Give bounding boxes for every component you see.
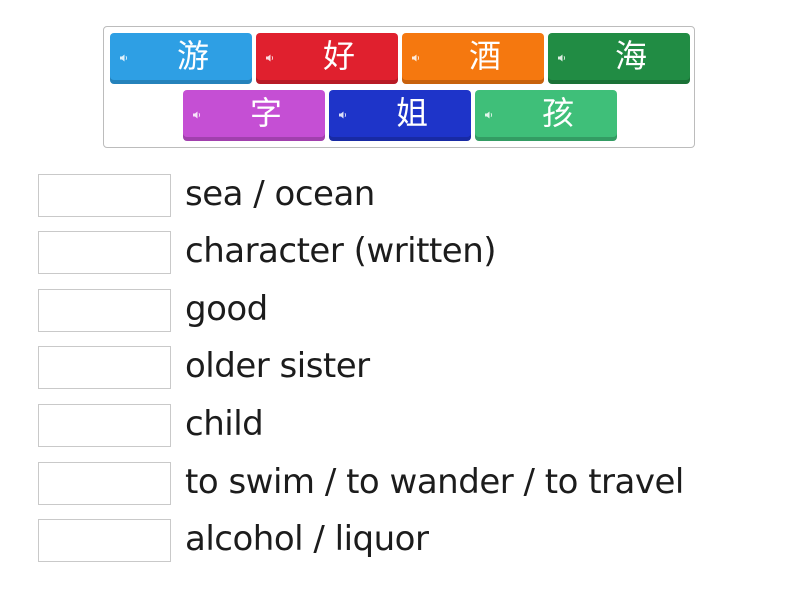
tile-character: 酒 [468, 37, 501, 75]
speaker-icon[interactable] [557, 53, 567, 63]
definition-label: sea / ocean [185, 174, 375, 214]
word-tile[interactable]: 字 [183, 90, 325, 141]
word-tile[interactable]: 姐 [329, 90, 471, 141]
answer-drop-zone[interactable] [38, 174, 171, 217]
tile-character: 孩 [541, 94, 574, 132]
match-row: sea / ocean [38, 174, 758, 218]
tile-character: 游 [176, 37, 209, 75]
speaker-icon[interactable] [119, 53, 129, 63]
word-tile[interactable]: 海 [548, 33, 690, 84]
tile-character: 字 [249, 94, 282, 132]
definition-label: alcohol / liquor [185, 519, 429, 559]
definition-label: older sister [185, 346, 370, 386]
tile-bank: 游 好 酒 海 字 姐 孩 [103, 26, 695, 148]
speaker-icon[interactable] [338, 110, 348, 120]
definition-label: character (written) [185, 231, 497, 271]
match-row: alcohol / liquor [38, 519, 758, 563]
word-tile[interactable]: 好 [256, 33, 398, 84]
speaker-icon[interactable] [484, 110, 494, 120]
answer-drop-zone[interactable] [38, 404, 171, 447]
answer-drop-zone[interactable] [38, 346, 171, 389]
tile-character: 姐 [395, 94, 428, 132]
answer-drop-zone[interactable] [38, 289, 171, 332]
answer-drop-zone[interactable] [38, 519, 171, 562]
word-tile[interactable]: 游 [110, 33, 252, 84]
tile-character: 好 [322, 37, 355, 75]
word-tile[interactable]: 酒 [402, 33, 544, 84]
definition-label: to swim / to wander / to travel [185, 462, 684, 502]
word-tile[interactable]: 孩 [475, 90, 617, 141]
match-row: to swim / to wander / to travel [38, 462, 758, 506]
speaker-icon[interactable] [411, 53, 421, 63]
tile-character: 海 [614, 37, 647, 75]
speaker-icon[interactable] [265, 53, 275, 63]
answer-drop-zone[interactable] [38, 231, 171, 274]
speaker-icon[interactable] [192, 110, 202, 120]
match-row: child [38, 404, 758, 448]
definition-label: child [185, 404, 264, 444]
answer-drop-zone[interactable] [38, 462, 171, 505]
match-row: character (written) [38, 231, 758, 275]
definition-label: good [185, 289, 268, 329]
match-row: older sister [38, 346, 758, 390]
match-row: good [38, 289, 758, 333]
